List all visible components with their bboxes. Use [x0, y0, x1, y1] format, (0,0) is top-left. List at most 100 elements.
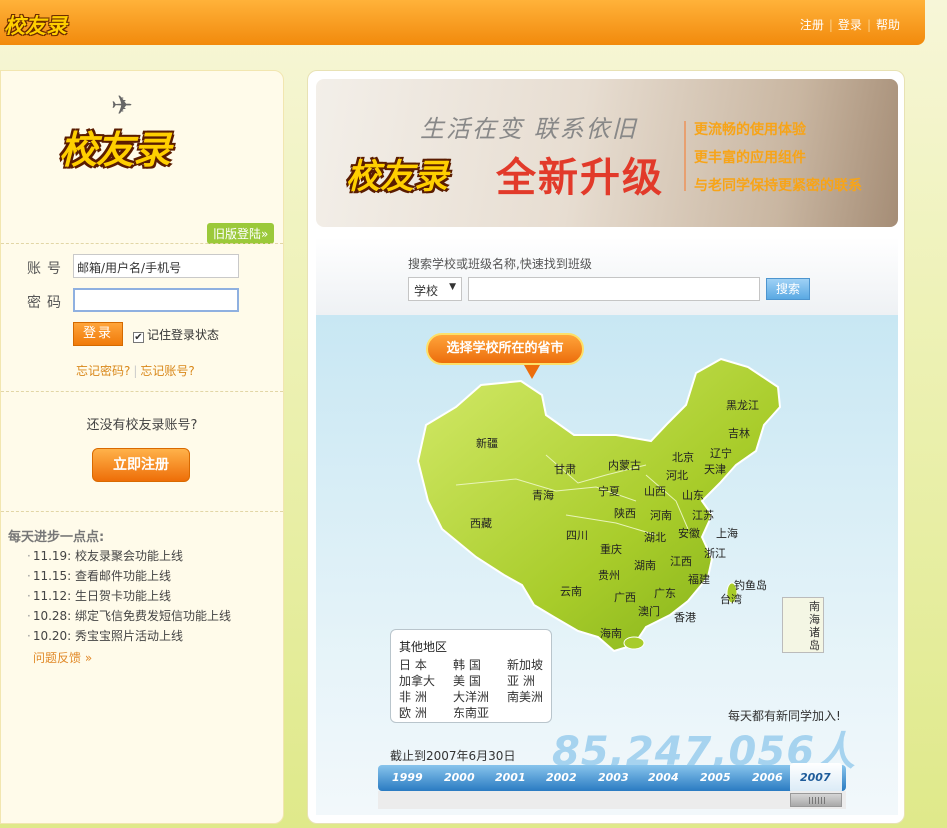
news-item[interactable]: · 11.15: 查看邮件功能上线 — [27, 567, 171, 584]
province-xizang[interactable]: 西藏 — [470, 515, 492, 531]
year-2001[interactable]: 2001 — [495, 771, 526, 784]
year-selected[interactable]: 2007 — [790, 763, 842, 793]
region-southeast-asia[interactable]: 东南亚 — [453, 704, 489, 721]
news-title: 每天进步一点点: — [8, 530, 105, 545]
province-anhui[interactable]: 安徽 — [678, 525, 700, 541]
china-map: 选择学校所在的省市 黑龙江 吉林 辽宁 北京 天津 内蒙古 河北 新疆 甘肃 青… — [316, 315, 898, 815]
login-link[interactable]: 登录 — [838, 18, 862, 32]
region-singapore[interactable]: 新加坡 — [507, 656, 543, 673]
timeline-scroll-thumb[interactable] — [790, 793, 842, 807]
province-zhejiang[interactable]: 浙江 — [704, 545, 726, 561]
province-sichuan[interactable]: 四川 — [566, 527, 588, 543]
account-input[interactable]: 邮箱/用户名/手机号 — [73, 254, 239, 278]
province-heilongjiang[interactable]: 黑龙江 — [726, 397, 759, 413]
province-xinjiang[interactable]: 新疆 — [476, 435, 498, 451]
year-2002[interactable]: 2002 — [546, 771, 577, 784]
signup-button[interactable]: 立即注册 — [92, 448, 190, 482]
banner-headline: 全新升级 — [496, 155, 664, 201]
south-sea-islands[interactable]: 南海诸岛 — [782, 597, 824, 653]
province-shandong[interactable]: 山东 — [682, 487, 704, 503]
province-ningxia[interactable]: 宁夏 — [598, 483, 620, 499]
old-login-link[interactable]: 旧版登陆» — [207, 223, 275, 244]
province-guangxi[interactable]: 广西 — [614, 589, 636, 605]
province-neimenggu[interactable]: 内蒙古 — [608, 457, 641, 473]
remember-checkbox[interactable]: ✔ — [133, 332, 144, 343]
province-beijing[interactable]: 北京 — [672, 449, 694, 465]
year-2000[interactable]: 2000 — [444, 771, 475, 784]
province-yunnan[interactable]: 云南 — [560, 583, 582, 599]
search-hint: 搜索学校或班级名称,快速找到班级 — [408, 257, 592, 271]
region-south-america[interactable]: 南美洲 — [507, 688, 543, 705]
search-button[interactable]: 搜索 — [766, 278, 810, 300]
province-qinghai[interactable]: 青海 — [532, 487, 554, 503]
province-hongkong[interactable]: 香港 — [674, 609, 696, 625]
year-2003[interactable]: 2003 — [598, 771, 629, 784]
banner-feature: 更流畅的使用体验 — [694, 122, 806, 138]
forgot-account-link[interactable]: 忘记账号? — [140, 364, 194, 378]
remember-login[interactable]: ✔ 记住登录状态 — [133, 326, 219, 343]
login-form: 账号 邮箱/用户名/手机号 密码 登录 ✔ 记住登录状态 忘记密码? | 忘记账号? — [1, 243, 283, 378]
banner-slogan: 生活在变 联系依旧 — [420, 115, 638, 143]
region-europe[interactable]: 欧 洲 — [399, 704, 427, 721]
news-item[interactable]: · 11.12: 生日贺卡功能上线 — [27, 587, 171, 604]
province-shaanxi[interactable]: 陕西 — [614, 505, 636, 521]
register-link[interactable]: 注册 — [800, 18, 824, 32]
remember-label: 记住登录状态 — [147, 328, 220, 342]
province-fujian[interactable]: 福建 — [688, 571, 710, 587]
region-canada[interactable]: 加拿大 — [399, 672, 435, 689]
province-macau[interactable]: 澳门 — [638, 603, 660, 619]
province-chongqing[interactable]: 重庆 — [600, 541, 622, 557]
promo-banner[interactable]: 生活在变 联系依旧 校友录 全新升级 更流畅的使用体验 更丰富的应用组件 与老同… — [316, 79, 898, 227]
login-button[interactable]: 登录 — [73, 322, 123, 346]
top-bar: 校友录 注册 | 登录 | 帮助 — [0, 0, 925, 45]
province-hunan[interactable]: 湖南 — [634, 557, 656, 573]
region-africa[interactable]: 非 洲 — [399, 688, 427, 705]
news-item[interactable]: · 10.28: 绑定飞信免费发短信功能上线 — [27, 607, 231, 624]
search-type-select[interactable]: 学校 ▼ — [408, 277, 462, 301]
timeline-scrollbar[interactable] — [378, 791, 846, 809]
year-2004[interactable]: 2004 — [648, 771, 679, 784]
as-of-date: 截止到2007年6月30日 — [390, 749, 516, 763]
province-jiangsu[interactable]: 江苏 — [692, 507, 714, 523]
province-shanghai[interactable]: 上海 — [716, 525, 738, 541]
forgot-password-link[interactable]: 忘记密码? — [76, 364, 130, 378]
province-jiangxi[interactable]: 江西 — [670, 553, 692, 569]
signup-section: 还没有校友录账号? 立即注册 — [1, 391, 283, 511]
region-asia[interactable]: 亚 洲 — [507, 672, 535, 689]
province-liaoning[interactable]: 辽宁 — [710, 445, 732, 461]
province-tianjin[interactable]: 天津 — [704, 461, 726, 477]
province-shanxi[interactable]: 山西 — [644, 483, 666, 499]
region-korea[interactable]: 韩 国 — [453, 656, 481, 673]
province-taiwan[interactable]: 台湾 — [720, 591, 742, 607]
account-label: 账号 — [27, 261, 67, 277]
signup-prompt: 还没有校友录账号? — [86, 418, 198, 433]
feedback-link[interactable]: 问题反馈 » — [33, 649, 92, 666]
site-logo: 校友录 — [59, 128, 171, 172]
province-hubei[interactable]: 湖北 — [644, 529, 666, 545]
banner-divider — [684, 121, 686, 191]
password-input[interactable] — [73, 288, 239, 312]
news-item[interactable]: · 11.19: 校友录聚会功能上线 — [27, 547, 183, 564]
news-item[interactable]: · 10.20: 秀宝宝照片活动上线 — [27, 627, 183, 644]
region-usa[interactable]: 美 国 — [453, 672, 481, 689]
province-hebei[interactable]: 河北 — [666, 467, 688, 483]
region-oceania[interactable]: 大洋洲 — [453, 688, 489, 705]
year-2005[interactable]: 2005 — [700, 771, 731, 784]
search-input[interactable] — [468, 277, 760, 301]
other-regions-title: 其他地区 — [399, 640, 448, 654]
banner-feature: 与老同学保持更紧密的联系 — [694, 178, 862, 194]
other-regions: 其他地区 日 本 韩 国 新加坡 加拿大 美 国 亚 洲 非 洲 大洋洲 南美洲… — [390, 629, 552, 723]
help-link[interactable]: 帮助 — [876, 18, 900, 32]
year-1999[interactable]: 1999 — [392, 771, 423, 784]
region-japan[interactable]: 日 本 — [399, 656, 427, 673]
banner-logo: 校友录 — [346, 157, 448, 197]
province-guangdong[interactable]: 广东 — [654, 585, 676, 601]
province-guizhou[interactable]: 贵州 — [598, 567, 620, 583]
news-section: 每天进步一点点: — [1, 511, 283, 545]
province-jilin[interactable]: 吉林 — [728, 425, 750, 441]
province-henan[interactable]: 河南 — [650, 507, 672, 523]
province-gansu[interactable]: 甘肃 — [554, 461, 576, 477]
top-logo[interactable]: 校友录 — [4, 10, 67, 40]
year-2006[interactable]: 2006 — [752, 771, 783, 784]
province-hainan[interactable]: 海南 — [600, 625, 622, 641]
